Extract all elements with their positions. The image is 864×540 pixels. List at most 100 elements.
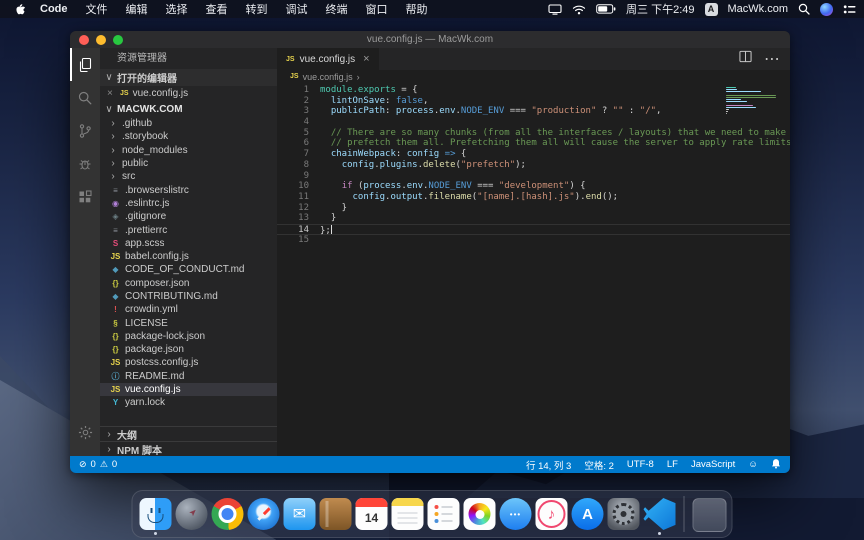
dock-launchpad[interactable] xyxy=(176,498,208,530)
tree-item-public[interactable]: › public xyxy=(100,157,277,170)
zoom-button[interactable] xyxy=(113,35,123,45)
tree-item-yarn.lock[interactable]: Yyarn.lock xyxy=(100,396,277,409)
root-folder-header[interactable]: ∨ MACWK.COM xyxy=(100,101,277,117)
warning-icon: ⚠ xyxy=(100,459,108,470)
minimize-button[interactable] xyxy=(96,35,106,45)
chevron-right-icon: › xyxy=(108,158,118,169)
menu-bar-clock[interactable]: 周三 下午2:49 xyxy=(626,1,694,17)
breadcrumb[interactable]: JS vue.config.js › xyxy=(277,70,790,83)
tab-vue-config-js[interactable]: JS vue.config.js × xyxy=(277,48,379,70)
menu-item-2[interactable]: 编辑 xyxy=(117,4,157,16)
code-editor[interactable]: 1module.exports = {2 lintOnSave: false,3… xyxy=(277,83,790,456)
brand-menu-item[interactable]: MacWk.com xyxy=(728,3,789,15)
explorer-icon[interactable] xyxy=(70,48,100,81)
menu-item-7[interactable]: 终端 xyxy=(317,4,357,16)
tree-item-CODE_OF_CONDUCT.md[interactable]: ◆CODE_OF_CONDUCT.md xyxy=(100,263,277,276)
safari-icon xyxy=(248,498,280,530)
status-encoding[interactable]: UTF-8 xyxy=(627,459,654,470)
dock-contacts[interactable] xyxy=(320,498,352,530)
menu-item-1[interactable]: 文件 xyxy=(77,4,117,16)
siri-icon[interactable] xyxy=(820,3,833,16)
minimap[interactable] xyxy=(726,87,778,117)
sidebar-section-1[interactable]: ›大纲 xyxy=(100,426,277,441)
dock-notes[interactable] xyxy=(392,498,424,530)
menu-item-4[interactable]: 查看 xyxy=(197,4,237,16)
menu-item-8[interactable]: 窗口 xyxy=(357,4,397,16)
tree-item-composer.json[interactable]: {}composer.json xyxy=(100,277,277,290)
tree-item-babel.config.js[interactable]: JSbabel.config.js xyxy=(100,250,277,263)
dock-music[interactable] xyxy=(536,498,568,530)
tree-item-src[interactable]: ›src xyxy=(100,170,277,183)
code-line: 3 publicPath: process.env.NODE_ENV === "… xyxy=(277,106,790,117)
more-actions-button[interactable]: ⋯ xyxy=(764,49,780,69)
tree-item-CONTRIBUTING.md[interactable]: ◆CONTRIBUTING.md xyxy=(100,290,277,303)
close-icon[interactable]: × xyxy=(107,88,116,99)
status-language[interactable]: JavaScript xyxy=(691,459,735,470)
file-type-icon: JS xyxy=(110,385,121,394)
notifications-bell-icon[interactable] xyxy=(771,458,781,472)
tree-item-.storybook[interactable]: ›.storybook xyxy=(100,130,277,143)
status-eol[interactable]: LF xyxy=(667,459,678,470)
tree-item-package-lock.json[interactable]: {}package-lock.json xyxy=(100,330,277,343)
tab-close-icon[interactable]: × xyxy=(363,53,369,65)
app-menu-title[interactable]: Code xyxy=(31,3,77,15)
debug-icon[interactable] xyxy=(70,147,100,180)
tree-item-node_modules[interactable]: ›node_modules xyxy=(100,144,277,157)
display-icon[interactable] xyxy=(548,4,562,15)
input-method-icon[interactable]: A xyxy=(705,3,718,16)
status-cursor-position[interactable]: 行 14, 列 3 xyxy=(526,458,571,472)
source-control-icon[interactable] xyxy=(70,114,100,147)
feedback-smiley-icon[interactable]: ☺ xyxy=(748,459,758,470)
apple-menu[interactable] xyxy=(8,3,31,16)
spotlight-search-icon[interactable] xyxy=(798,3,810,15)
dock-safari[interactable] xyxy=(248,498,280,530)
open-editors-section[interactable]: ∨ 打开的编辑器 xyxy=(100,69,277,86)
tree-item-app.scss[interactable]: Sapp.scss xyxy=(100,237,277,250)
dock-trash[interactable] xyxy=(693,498,725,530)
notification-center-icon[interactable] xyxy=(843,4,856,15)
open-editor-item[interactable]: × JS vue.config.js xyxy=(100,86,277,101)
tree-item-postcss.config.js[interactable]: JSpostcss.config.js xyxy=(100,356,277,369)
status-indentation[interactable]: 空格: 2 xyxy=(584,458,614,472)
close-button[interactable] xyxy=(79,35,89,45)
tree-item-.prettierrc[interactable]: ≡.prettierrc xyxy=(100,223,277,236)
tree-item-LICENSE[interactable]: §LICENSE xyxy=(100,316,277,329)
dock-photos[interactable] xyxy=(464,498,496,530)
problems-status[interactable]: ⊘ 0 ⚠ 0 xyxy=(79,459,117,470)
dock-calendar[interactable]: 14 xyxy=(356,498,388,530)
tree-item-.eslintrc.js[interactable]: ◉.eslintrc.js xyxy=(100,197,277,210)
menu-item-6[interactable]: 调试 xyxy=(277,4,317,16)
tree-item-.browserslistrc[interactable]: ≡.browserslistrc xyxy=(100,183,277,196)
tree-item-.gitignore[interactable]: ◈.gitignore xyxy=(100,210,277,223)
dock-messages[interactable] xyxy=(500,498,532,530)
dock-mail[interactable] xyxy=(284,498,316,530)
line-number: 3 xyxy=(277,106,320,117)
menu-item-9[interactable]: 帮助 xyxy=(397,4,437,16)
tree-item-README.md[interactable]: ⓘREADME.md xyxy=(100,370,277,383)
tree-item-label: public xyxy=(122,158,148,169)
contacts-icon xyxy=(320,498,352,530)
window-titlebar[interactable]: vue.config.js — MacWk.com xyxy=(70,31,790,48)
sidebar-section-2[interactable]: ›NPM 脚本 xyxy=(100,441,277,456)
tree-item-.github[interactable]: ›.github xyxy=(100,117,277,130)
wifi-icon[interactable] xyxy=(572,4,586,15)
dock-vscode[interactable] xyxy=(644,498,676,530)
tree-item-package.json[interactable]: {}package.json xyxy=(100,343,277,356)
music-icon xyxy=(536,498,568,530)
dock-finder[interactable] xyxy=(140,498,172,530)
tree-item-crowdin.yml[interactable]: !crowdin.yml xyxy=(100,303,277,316)
code-line: 15 xyxy=(277,235,790,246)
dock-reminders[interactable] xyxy=(428,498,460,530)
search-icon[interactable] xyxy=(70,81,100,114)
breadcrumb-item[interactable]: vue.config.js xyxy=(303,72,353,82)
extensions-icon[interactable] xyxy=(70,180,100,213)
dock-appstore[interactable] xyxy=(572,498,604,530)
dock-systemprefs[interactable] xyxy=(608,498,640,530)
manage-gear-icon[interactable] xyxy=(70,416,100,449)
split-editor-button[interactable] xyxy=(739,50,752,68)
menu-item-5[interactable]: 转到 xyxy=(237,4,277,16)
menu-item-3[interactable]: 选择 xyxy=(157,4,197,16)
dock-chrome[interactable] xyxy=(212,498,244,530)
tree-item-vue.config.js[interactable]: JSvue.config.js xyxy=(100,383,277,396)
battery-icon[interactable] xyxy=(596,4,616,14)
